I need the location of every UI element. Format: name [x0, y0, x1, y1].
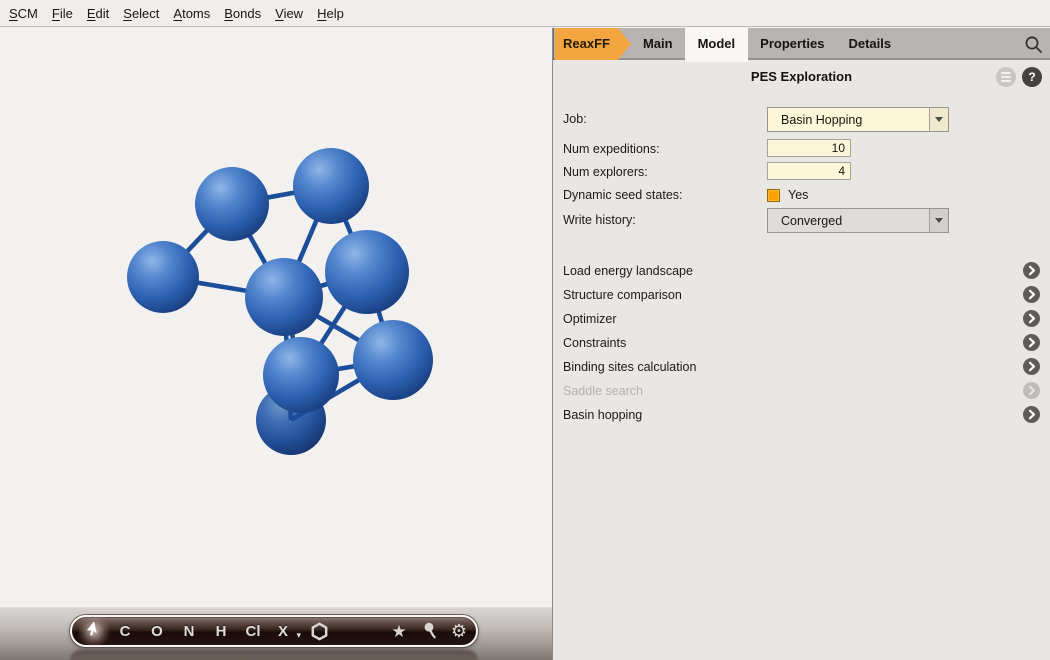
chevron-right-icon[interactable]: [1023, 358, 1040, 375]
link-label: Saddle search: [563, 380, 643, 402]
chevron-right-icon[interactable]: [1023, 406, 1040, 423]
atom-sphere[interactable]: [245, 258, 323, 336]
element-o[interactable]: O: [142, 617, 172, 645]
element-cl-label: Cl: [246, 623, 261, 640]
link-label: Structure comparison: [563, 284, 682, 306]
select-cursor-tool[interactable]: [79, 617, 109, 645]
panel-link-basin-hopping[interactable]: Basin hopping: [553, 404, 1050, 426]
dropdown-arrow-icon[interactable]: [929, 209, 948, 232]
menu-edit[interactable]: Edit: [87, 0, 109, 26]
menu-scm[interactable]: SCM: [9, 0, 38, 26]
panel-link-load-energy-landscape[interactable]: Load energy landscape: [553, 260, 1050, 282]
menu-atoms[interactable]: Atoms: [173, 0, 210, 26]
tab-details[interactable]: Details: [836, 28, 903, 60]
num-expeditions-label: Num expeditions:: [563, 141, 660, 157]
menu-help[interactable]: Help: [317, 0, 344, 26]
atom-sphere[interactable]: [293, 148, 369, 224]
panel-link-structure-comparison[interactable]: Structure comparison: [553, 284, 1050, 306]
write-history-label: Write history:: [563, 212, 636, 228]
chevron-right-icon[interactable]: [1023, 262, 1040, 279]
num-explorers-input[interactable]: 4: [767, 162, 851, 180]
element-x-picker-label: X: [278, 623, 288, 640]
tab-properties[interactable]: Properties: [748, 28, 836, 60]
dropdown-arrow-icon[interactable]: [929, 108, 948, 131]
element-c-label: C: [120, 623, 131, 640]
search-icon: [1024, 35, 1043, 54]
link-label: Optimizer: [563, 308, 616, 330]
help-icon: ?: [1028, 70, 1035, 84]
molecule-3d-view[interactable]: [0, 28, 552, 607]
panel-menu-button[interactable]: [996, 67, 1016, 87]
panel-link-constraints[interactable]: Constraints: [553, 332, 1050, 354]
toolbar-settings[interactable]: ⚙: [444, 617, 474, 645]
ring-tool[interactable]: [304, 617, 334, 645]
num-explorers-label: Num explorers:: [563, 164, 648, 180]
write-history-value: Converged: [768, 214, 929, 228]
atom-sphere[interactable]: [127, 241, 199, 313]
benzene-ring-icon: [310, 622, 329, 641]
panel-body: PES Exploration ? Job: Basin Hopping Num e…: [553, 60, 1050, 660]
dynamic-seed-states-checkbox[interactable]: [767, 189, 780, 202]
cursor-arrow-icon: [86, 622, 102, 640]
element-h[interactable]: H: [206, 617, 236, 645]
chevron-right-icon[interactable]: [1023, 310, 1040, 327]
dynamic-seed-states-label: Dynamic seed states:: [563, 187, 683, 203]
tab-bar: ReaxFFMainModelPropertiesDetails: [553, 28, 1050, 60]
atom-sphere[interactable]: [353, 320, 433, 400]
element-h-label: H: [216, 623, 227, 640]
star-icon: ★: [391, 623, 406, 640]
atom-sphere[interactable]: [195, 167, 269, 241]
panel-help-button[interactable]: ?: [1022, 67, 1042, 87]
link-label: Binding sites calculation: [563, 356, 696, 378]
num-expeditions-input[interactable]: 10: [767, 139, 851, 157]
panel-link-binding-sites-calculation[interactable]: Binding sites calculation: [553, 356, 1050, 378]
pin-tool[interactable]: [415, 617, 445, 645]
panel-link-saddle-search: Saddle search: [553, 380, 1050, 402]
molecule-viewer[interactable]: CONHClX▾ ★ ⚙: [0, 28, 552, 660]
element-x-picker[interactable]: X▾: [268, 617, 298, 645]
tab-model[interactable]: Model: [685, 28, 749, 62]
link-label: Constraints: [563, 332, 626, 354]
caret-down-icon: ▾: [296, 630, 301, 641]
dynamic-seed-states-value: Yes: [788, 187, 808, 203]
panel-link-optimizer[interactable]: Optimizer: [553, 308, 1050, 330]
element-cl[interactable]: Cl: [238, 617, 268, 645]
settings-panel: ReaxFFMainModelPropertiesDetails PES Exp…: [553, 28, 1050, 660]
element-n[interactable]: N: [174, 617, 204, 645]
job-dropdown[interactable]: Basin Hopping: [767, 107, 949, 132]
chevron-right-icon[interactable]: [1023, 286, 1040, 303]
toolbar-reflection: [70, 650, 478, 660]
menu-select[interactable]: Select: [123, 0, 159, 26]
write-history-dropdown[interactable]: Converged: [767, 208, 949, 233]
job-label: Job:: [563, 111, 587, 127]
application-window: SCM File Edit Select Atoms Bonds View Help C O N H…: [0, 0, 1050, 660]
viewer-floor: CONHClX▾ ★ ⚙: [0, 607, 552, 660]
element-n-label: N: [184, 623, 195, 640]
menu-bonds[interactable]: Bonds: [224, 0, 261, 26]
chevron-right-icon: [1023, 382, 1040, 399]
element-c[interactable]: C: [110, 617, 140, 645]
hamburger-icon: [1001, 72, 1011, 74]
link-label: Basin hopping: [563, 404, 642, 426]
link-label: Load energy landscape: [563, 260, 693, 282]
chevron-right-icon[interactable]: [1023, 334, 1040, 351]
tab-main[interactable]: Main: [631, 28, 685, 60]
tab-reaxff[interactable]: ReaxFF: [555, 28, 631, 60]
element-o-label: O: [151, 623, 163, 640]
gear-icon: ⚙: [451, 622, 467, 640]
atom-sphere[interactable]: [263, 337, 339, 413]
menu-bar: SCM File Edit Select Atoms Bonds View Help: [0, 0, 1050, 27]
page-title: PES Exploration: [553, 69, 1050, 84]
element-toolbar: CONHClX▾ ★ ⚙: [70, 615, 478, 647]
menu-file[interactable]: File: [52, 0, 73, 26]
job-value: Basin Hopping: [768, 113, 929, 127]
atom-sphere[interactable]: [325, 230, 409, 314]
pin-icon: [422, 622, 438, 640]
search-button[interactable]: [1024, 35, 1043, 54]
favorites-tool[interactable]: ★: [384, 617, 414, 645]
tabs: ReaxFFMainModelPropertiesDetails: [554, 28, 1050, 60]
menu-view[interactable]: View: [275, 0, 303, 26]
